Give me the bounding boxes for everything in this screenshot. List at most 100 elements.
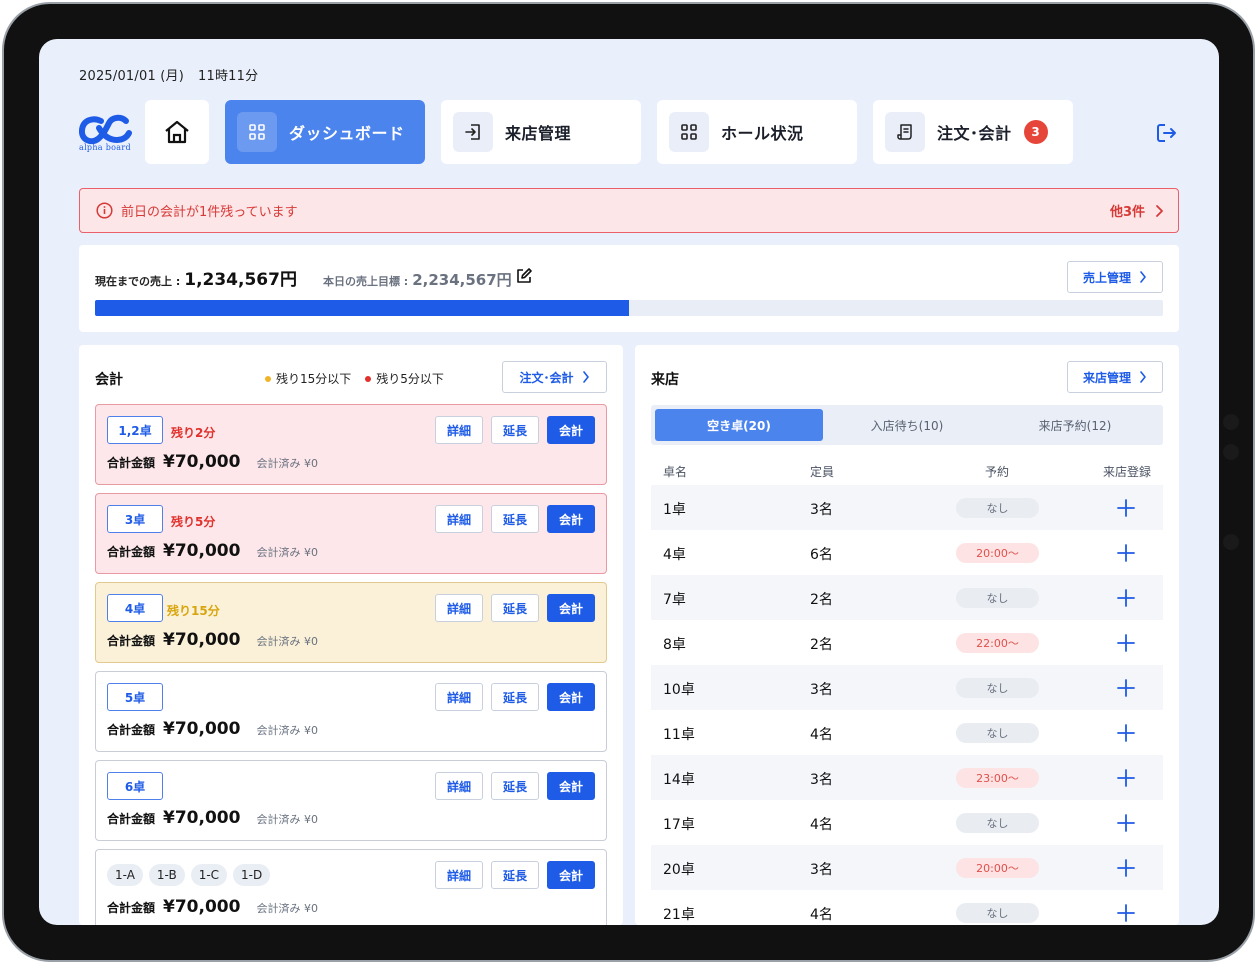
table-capacity: 4名 xyxy=(810,907,833,923)
pay-button[interactable]: 会計 xyxy=(547,861,595,889)
legend-item: 残り15分以下 xyxy=(265,370,351,387)
order-checkout-label: 注文･会計 xyxy=(519,370,574,385)
detail-button[interactable]: 詳細 xyxy=(435,683,483,711)
grid-icon xyxy=(249,124,265,140)
legend-label: 残り5分以下 xyxy=(376,372,444,386)
total-amount: ¥70,000 xyxy=(163,897,241,917)
remaining-time: 残り15分 xyxy=(167,604,220,618)
table-chip: 1-A xyxy=(107,864,143,886)
paid-amount: 会計済み ¥0 xyxy=(256,457,318,470)
visit-management-button[interactable]: 来店管理 xyxy=(1067,361,1163,393)
order-count-badge: 3 xyxy=(1023,120,1048,144)
chevron-right-icon xyxy=(582,371,589,383)
pay-button[interactable]: 会計 xyxy=(547,772,595,800)
reservation-badge: なし xyxy=(956,498,1039,518)
checkout-card: 1-A 1-B 1-C 1-D 詳細 延長 会計 合計金額 ¥70,000 会計済み … xyxy=(95,849,607,925)
enter-icon xyxy=(465,124,480,140)
paid-amount: 会計済み ¥0 xyxy=(256,635,318,648)
app-screen: 2025/01/01 (月) 11時11分 alpha board ダッシュボード xyxy=(39,39,1219,925)
total-amount: ¥70,000 xyxy=(163,808,241,828)
extend-button[interactable]: 延長 xyxy=(491,683,539,711)
plus-icon[interactable] xyxy=(1115,677,1137,699)
logout-icon[interactable] xyxy=(1155,121,1179,145)
checkout-panel: 会計 残り15分以下 残り5分以下 注文･会計 1,2卓 残り2分 詳細 延長 会… xyxy=(79,345,623,925)
plus-icon[interactable] xyxy=(1115,857,1137,879)
pay-button[interactable]: 会計 xyxy=(547,594,595,622)
plus-icon[interactable] xyxy=(1115,497,1137,519)
chevron-right-icon xyxy=(1140,271,1146,283)
extend-button[interactable]: 延長 xyxy=(491,416,539,444)
side-sensor xyxy=(1223,534,1239,550)
edit-icon[interactable] xyxy=(515,267,533,285)
nav-icon-box xyxy=(669,112,709,152)
reservation-badge: 22:00〜 xyxy=(956,633,1039,653)
legend-label: 残り15分以下 xyxy=(276,372,352,386)
pay-button[interactable]: 会計 xyxy=(547,683,595,711)
side-sensor xyxy=(1223,444,1239,460)
reservation-badge: なし xyxy=(956,813,1039,833)
table-name: 8卓 xyxy=(663,637,686,653)
table-capacity: 2名 xyxy=(810,637,833,653)
card-actions: 詳細 延長 会計 xyxy=(427,683,595,711)
table-header: 卓名 定員 予約 来店登録 xyxy=(651,463,1163,479)
sales-row: 現在までの売上 : 1,234,567円 本日の売上目標 : 2,234,567… xyxy=(95,265,512,290)
tab-waiting[interactable]: 入店待ち(10) xyxy=(823,409,991,441)
table-name: 10卓 xyxy=(663,682,695,698)
table-row: 10卓 3名 なし xyxy=(651,665,1163,710)
sales-management-button[interactable]: 売上管理 xyxy=(1067,261,1163,293)
tab-vacant-tables[interactable]: 空き卓(20) xyxy=(655,409,823,441)
plus-icon[interactable] xyxy=(1115,812,1137,834)
nav-order-checkout[interactable]: 注文･会計 3 xyxy=(873,100,1073,164)
alert-message: 前日の会計が1件残っています xyxy=(121,205,298,220)
order-checkout-button[interactable]: 注文･会計 xyxy=(502,361,607,393)
current-sales-label: 現在までの売上 : xyxy=(95,275,181,288)
tab-reservations[interactable]: 来店予約(12) xyxy=(991,409,1159,441)
nav-visit-management[interactable]: 来店管理 xyxy=(441,100,641,164)
nav-dashboard[interactable]: ダッシュボード xyxy=(225,100,425,164)
card-actions: 詳細 延長 会計 xyxy=(427,416,595,444)
sales-management-label: 売上管理 xyxy=(1082,270,1131,285)
remaining-time: 残り2分 xyxy=(171,426,216,440)
visit-tabs: 空き卓(20) 入店待ち(10) 来店予約(12) xyxy=(651,405,1163,445)
table-row: 8卓 2名 22:00〜 xyxy=(651,620,1163,665)
detail-button[interactable]: 詳細 xyxy=(435,772,483,800)
current-date: 2025/01/01 (月) xyxy=(79,69,185,84)
plus-icon[interactable] xyxy=(1115,587,1137,609)
pay-button[interactable]: 会計 xyxy=(547,416,595,444)
plus-icon[interactable] xyxy=(1115,902,1137,924)
table-name: 4卓 xyxy=(663,547,686,563)
extend-button[interactable]: 延長 xyxy=(491,505,539,533)
alert-more-label: 他3件 xyxy=(1109,205,1145,220)
card-total: 合計金額 ¥70,000 会計済み ¥0 xyxy=(107,897,318,917)
home-button[interactable] xyxy=(145,100,209,164)
paid-amount: 会計済み ¥0 xyxy=(256,546,318,559)
nav-hall-status[interactable]: ホール状況 xyxy=(657,100,857,164)
unpaid-alert[interactable]: 前日の会計が1件残っています 他3件 xyxy=(79,188,1179,233)
extend-button[interactable]: 延長 xyxy=(491,861,539,889)
logo-text: alpha board xyxy=(79,143,131,152)
nav-icon-box xyxy=(237,112,277,152)
grid-icon xyxy=(681,124,697,140)
plus-icon[interactable] xyxy=(1115,722,1137,744)
remaining-time: 残り5分 xyxy=(171,515,216,529)
detail-button[interactable]: 詳細 xyxy=(435,861,483,889)
visit-panel: 来店 来店管理 空き卓(20) 入店待ち(10) 来店予約(12) 卓名 定員 … xyxy=(635,345,1179,925)
plus-icon[interactable] xyxy=(1115,542,1137,564)
sales-progress-fill xyxy=(95,300,629,316)
detail-button[interactable]: 詳細 xyxy=(435,416,483,444)
table-capacity: 4名 xyxy=(810,817,833,833)
detail-button[interactable]: 詳細 xyxy=(435,594,483,622)
table-name: 11卓 xyxy=(663,727,695,743)
extend-button[interactable]: 延長 xyxy=(491,594,539,622)
reservation-badge: なし xyxy=(956,678,1039,698)
alert-more-link[interactable]: 他3件 xyxy=(1110,201,1164,220)
table-row: 20卓 3名 20:00〜 xyxy=(651,845,1163,890)
plus-icon[interactable] xyxy=(1115,632,1137,654)
pay-button[interactable]: 会計 xyxy=(547,505,595,533)
detail-button[interactable]: 詳細 xyxy=(435,505,483,533)
table-chip: 1-B xyxy=(148,864,185,886)
extend-button[interactable]: 延長 xyxy=(491,772,539,800)
checkout-title: 会計 xyxy=(95,372,123,388)
card-actions: 詳細 延長 会計 xyxy=(427,594,595,622)
plus-icon[interactable] xyxy=(1115,767,1137,789)
